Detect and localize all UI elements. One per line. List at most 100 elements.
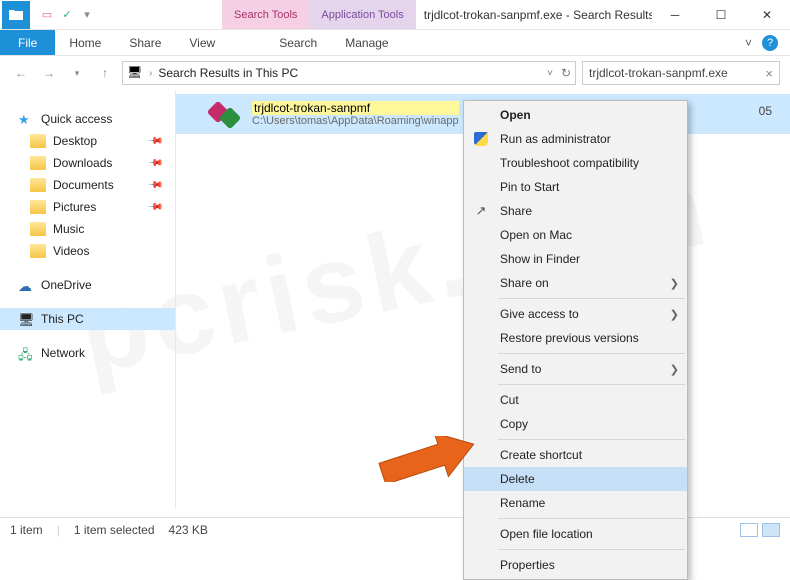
qat-dropdown-icon[interactable]: ▾ (80, 8, 94, 22)
folder-icon (30, 200, 46, 214)
menu-open-mac[interactable]: Open on Mac (464, 223, 687, 247)
menu-cut-label: Cut (500, 393, 519, 407)
menu-create-shortcut-label: Create shortcut (500, 448, 582, 462)
menu-properties-label: Properties (500, 558, 555, 572)
sidebar-item-pictures[interactable]: Pictures📌 (0, 196, 175, 218)
home-tab[interactable]: Home (55, 30, 115, 55)
folder-icon (30, 156, 46, 170)
menu-separator (498, 518, 685, 519)
cloud-icon (18, 278, 34, 292)
pin-icon: 📌 (146, 199, 163, 216)
folder-icon (30, 134, 46, 148)
address-bar[interactable]: 🖥 › Search Results in This PC ˅ ↻ (122, 61, 576, 85)
menu-share-on[interactable]: Share on ❯ (464, 271, 687, 295)
sidebar-item-this-pc[interactable]: This PC (0, 308, 175, 330)
sidebar-item-videos[interactable]: Videos (0, 240, 175, 262)
menu-open-location[interactable]: Open file location (464, 522, 687, 546)
breadcrumb[interactable]: Search Results in This PC (158, 66, 298, 80)
search-tools-tab-header: Search Tools (222, 0, 309, 29)
menu-give-access-label: Give access to (500, 307, 579, 321)
menu-show-finder-label: Show in Finder (500, 252, 580, 266)
menu-give-access[interactable]: Give access to❯ (464, 302, 687, 326)
menu-run-admin[interactable]: Run as administrator (464, 127, 687, 151)
videos-label: Videos (53, 244, 89, 258)
menu-pin-start[interactable]: Pin to Start (464, 175, 687, 199)
recent-dropdown-icon[interactable]: ▾ (66, 62, 88, 84)
menu-create-shortcut[interactable]: Create shortcut (464, 443, 687, 467)
title-bar-left: ▭ ✓ ▾ (0, 0, 102, 29)
address-row: ← → ▾ ↑ 🖥 › Search Results in This PC ˅ … (0, 56, 790, 90)
back-button[interactable]: ← (10, 62, 32, 84)
folder-icon (30, 178, 46, 192)
menu-rename[interactable]: Rename (464, 491, 687, 515)
sidebar-item-downloads[interactable]: Downloads📌 (0, 152, 175, 174)
result-path: C:\Users\tomas\AppData\Roaming\winapp (252, 115, 459, 127)
music-label: Music (53, 222, 84, 236)
location-pc-icon: 🖥 (127, 65, 143, 81)
menu-rename-label: Rename (500, 496, 545, 510)
result-app-icon (210, 98, 242, 130)
this-pc-label: This PC (41, 312, 84, 326)
downloads-label: Downloads (53, 156, 112, 170)
app-icon[interactable] (2, 1, 30, 29)
view-tab[interactable]: View (175, 30, 229, 55)
status-separator: | (57, 523, 60, 537)
search-input[interactable] (589, 66, 765, 80)
menu-troubleshoot[interactable]: Troubleshoot compatibility (464, 151, 687, 175)
search-box[interactable]: × (582, 61, 780, 85)
sidebar-item-quick-access[interactable]: Quick access (0, 108, 175, 130)
menu-send-to[interactable]: Send to❯ (464, 357, 687, 381)
sidebar-item-documents[interactable]: Documents📌 (0, 174, 175, 196)
menu-share-label: Share (500, 204, 532, 218)
application-tools-tab-header: Application Tools (309, 0, 415, 29)
details-view-icon[interactable] (740, 523, 758, 537)
menu-share[interactable]: Share (464, 199, 687, 223)
menu-restore[interactable]: Restore previous versions (464, 326, 687, 350)
file-tab[interactable]: File (0, 30, 55, 55)
menu-troubleshoot-label: Troubleshoot compatibility (500, 156, 639, 170)
chevron-right-icon[interactable]: › (149, 68, 152, 79)
maximize-button[interactable]: ☐ (698, 0, 744, 30)
help-icon[interactable]: ? (762, 35, 778, 51)
folder-icon (30, 244, 46, 258)
menu-separator (498, 298, 685, 299)
sidebar-item-onedrive[interactable]: OneDrive (0, 274, 175, 296)
menu-properties[interactable]: Properties (464, 553, 687, 577)
context-menu: Open Run as administrator Troubleshoot c… (463, 100, 688, 580)
sidebar-item-desktop[interactable]: Desktop📌 (0, 130, 175, 152)
chevron-right-icon: ❯ (670, 277, 679, 290)
forward-button[interactable]: → (38, 62, 60, 84)
manage-sub-tab[interactable]: Manage (331, 30, 402, 55)
search-clear-icon[interactable]: × (765, 66, 773, 81)
menu-cut[interactable]: Cut (464, 388, 687, 412)
menu-open[interactable]: Open (464, 103, 687, 127)
minimize-button[interactable]: ─ (652, 0, 698, 30)
menu-delete[interactable]: Delete (464, 467, 687, 491)
desktop-label: Desktop (53, 134, 97, 148)
sidebar-item-music[interactable]: Music (0, 218, 175, 240)
title-bar: ▭ ✓ ▾ Search Tools Application Tools trj… (0, 0, 790, 30)
menu-separator (498, 384, 685, 385)
ribbon-right: ˅ ? (745, 30, 790, 55)
up-button[interactable]: ↑ (94, 62, 116, 84)
share-tab[interactable]: Share (115, 30, 175, 55)
menu-copy[interactable]: Copy (464, 412, 687, 436)
ribbon-expand-icon[interactable]: ˅ (745, 36, 752, 50)
menu-share-on-label: Share on (500, 276, 549, 290)
sidebar-item-network[interactable]: Network (0, 342, 175, 364)
thumbnails-view-icon[interactable] (762, 523, 780, 537)
pc-icon (18, 312, 34, 326)
qat-check-icon[interactable]: ✓ (60, 8, 74, 22)
menu-delete-label: Delete (500, 472, 535, 486)
menu-open-location-label: Open file location (500, 527, 593, 541)
search-sub-tab[interactable]: Search (265, 30, 331, 55)
documents-label: Documents (53, 178, 114, 192)
result-meta: 05 (759, 104, 772, 118)
refresh-icon[interactable]: ↻ (561, 66, 571, 80)
menu-show-finder[interactable]: Show in Finder (464, 247, 687, 271)
close-button[interactable]: ✕ (744, 0, 790, 30)
menu-run-admin-label: Run as administrator (500, 132, 611, 146)
status-item-count: 1 item (10, 523, 43, 537)
qat-properties-icon[interactable]: ▭ (40, 8, 54, 22)
address-dropdown-icon[interactable]: ˅ (547, 68, 553, 79)
